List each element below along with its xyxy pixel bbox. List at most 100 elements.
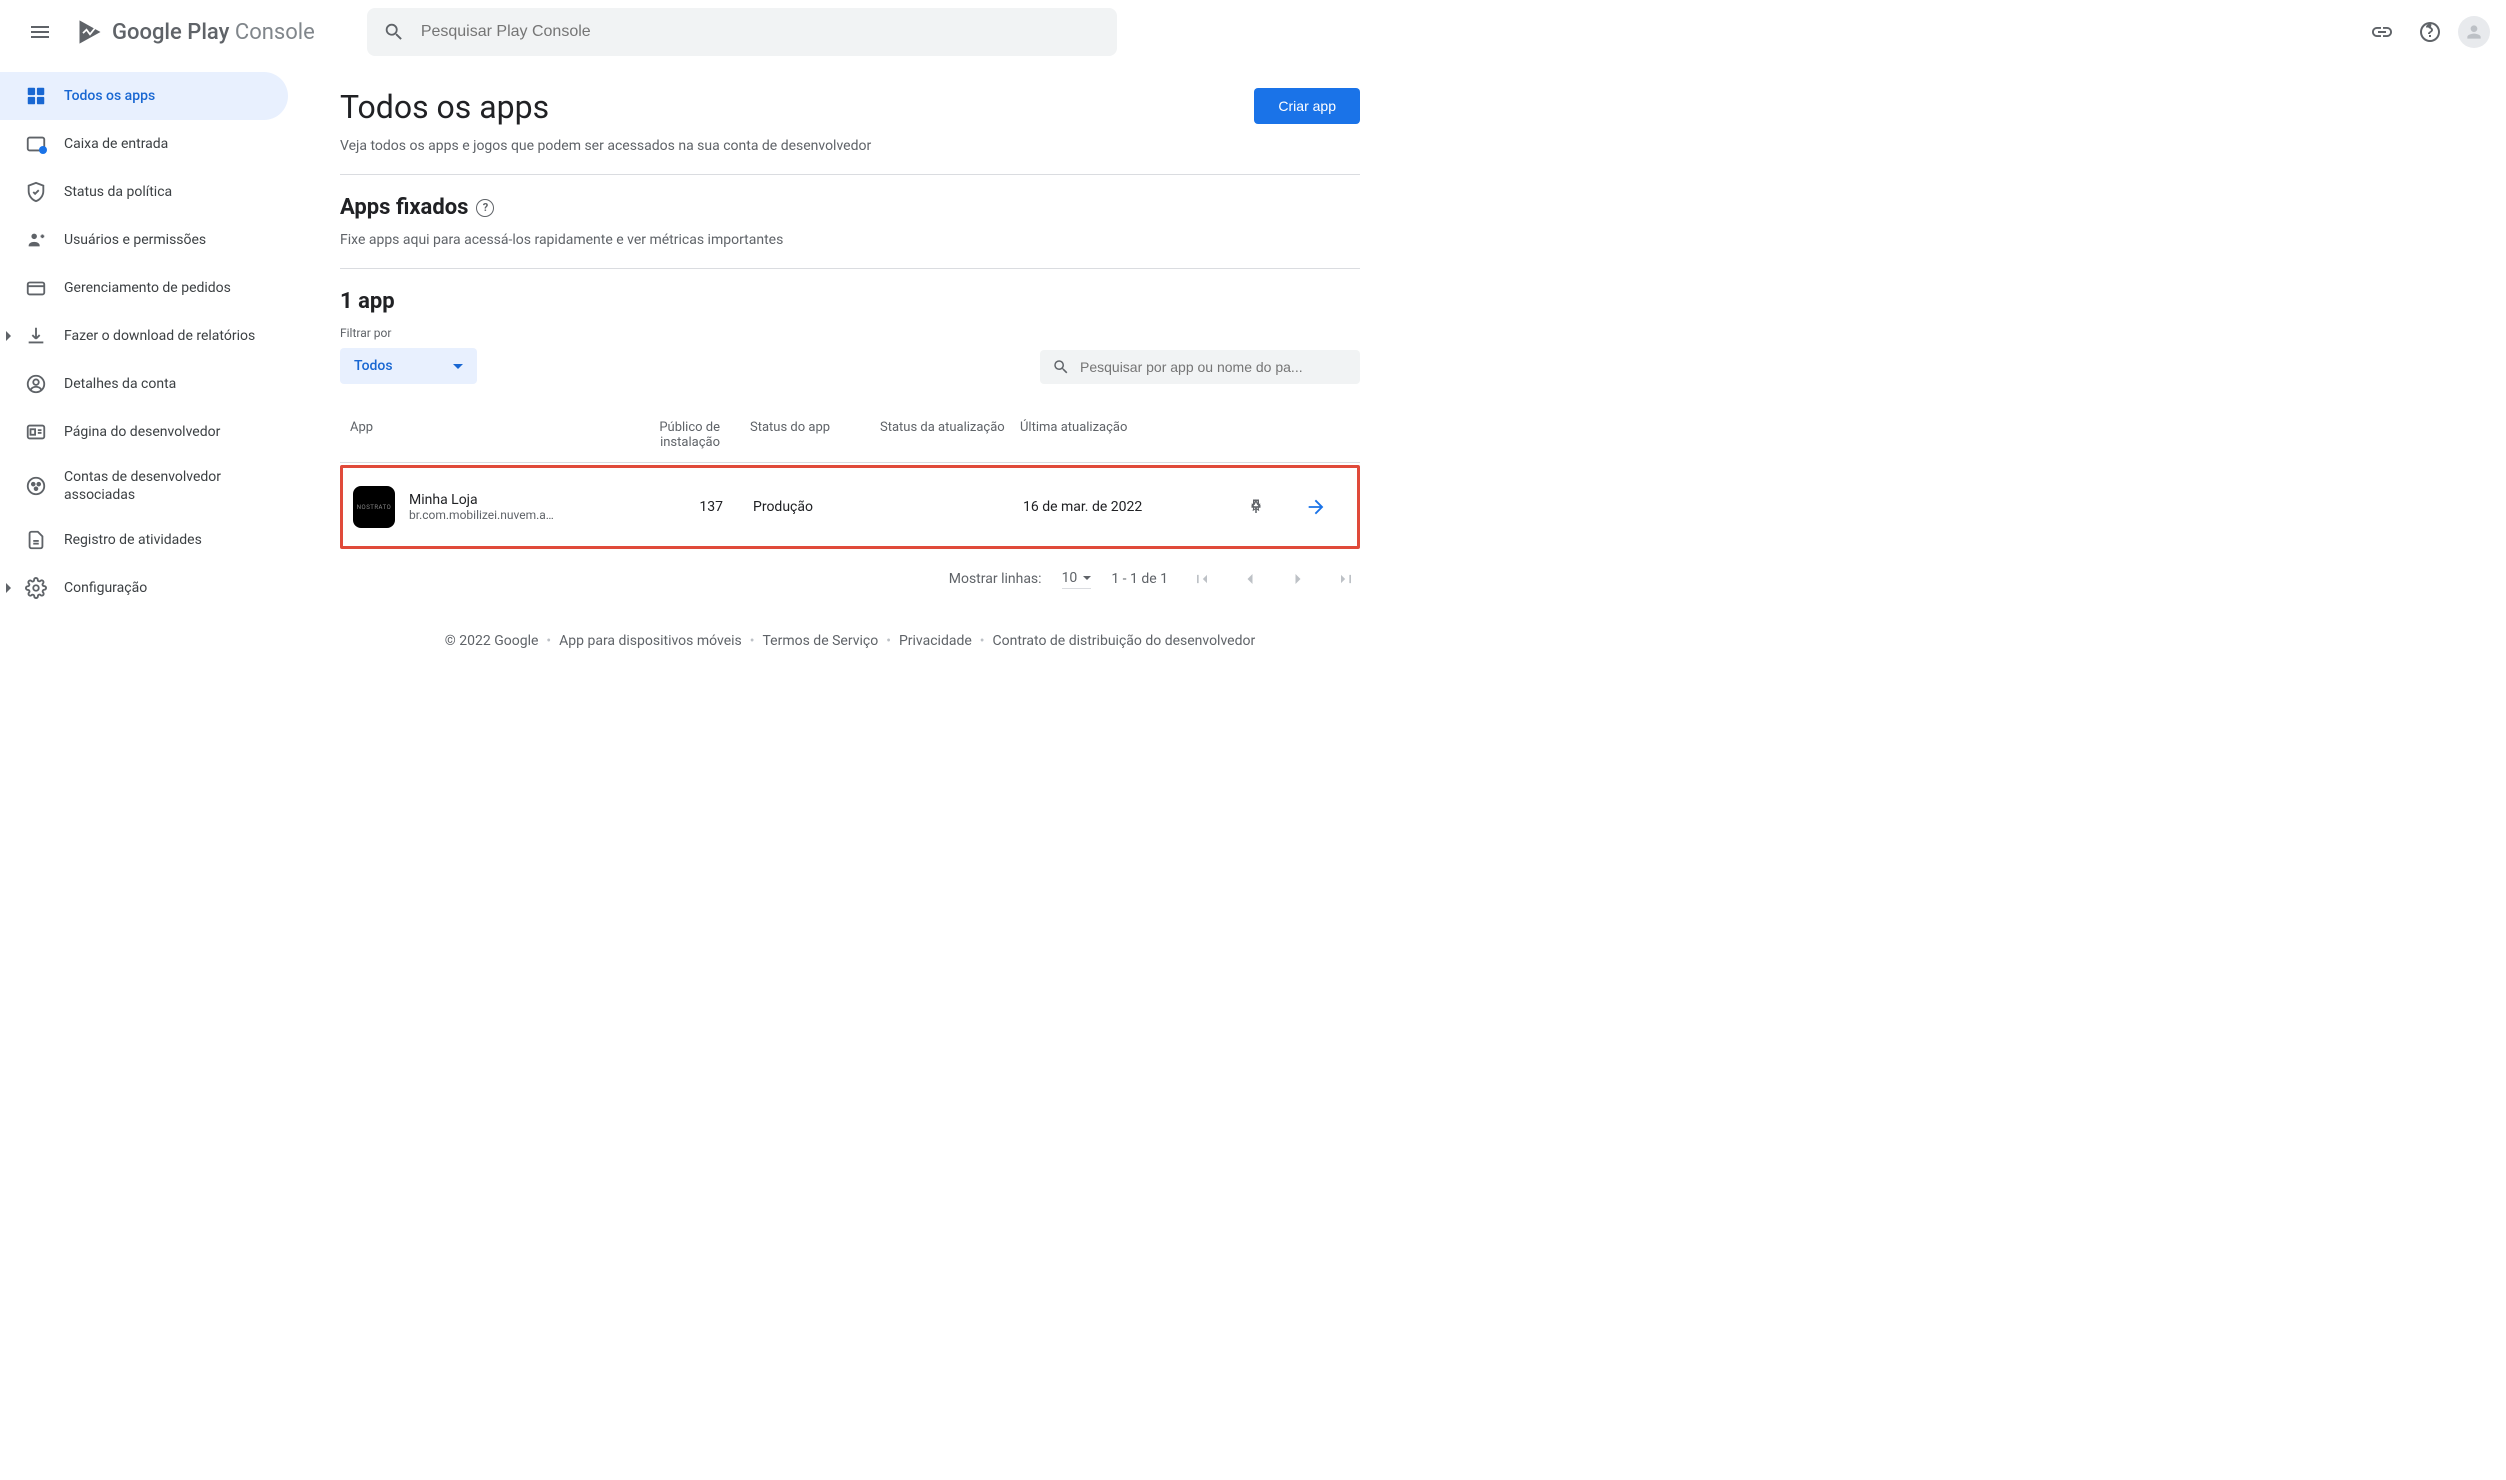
- menu-icon: [28, 20, 52, 44]
- logo[interactable]: Google Play Console: [76, 18, 315, 46]
- col-header-last-update: Última atualização: [1020, 420, 1200, 450]
- sidebar-item-label: Página do desenvolvedor: [64, 423, 220, 441]
- settings-icon: [24, 576, 48, 600]
- play-logo-icon: [76, 18, 104, 46]
- col-header-update-status: Status da atualização: [880, 420, 1020, 450]
- chevron-right-icon: [1288, 569, 1308, 589]
- copyright: © 2022 Google: [445, 633, 539, 649]
- sidebar-item-account-details[interactable]: Detalhes da conta: [0, 360, 288, 408]
- sidebar-item-all-apps[interactable]: Todos os apps: [0, 72, 288, 120]
- sidebar-item-download-reports[interactable]: Fazer o download de relatórios: [0, 312, 288, 360]
- app-name: Minha Loja: [409, 492, 554, 508]
- chevron-left-icon: [1240, 569, 1260, 589]
- arrow-right-icon: [1305, 496, 1327, 518]
- first-page-icon: [1192, 569, 1212, 589]
- sidebar-item-activity-log[interactable]: Registro de atividades: [0, 516, 288, 564]
- global-search-input[interactable]: [421, 23, 1101, 41]
- menu-button[interactable]: [16, 8, 64, 56]
- last-page-button[interactable]: [1332, 565, 1360, 593]
- help-icon[interactable]: ?: [476, 199, 494, 217]
- app-search[interactable]: [1040, 350, 1360, 384]
- table-row[interactable]: NOSTRATO Minha Loja br.com.mobilizei.nuv…: [340, 465, 1360, 549]
- app-installs: 137: [643, 499, 753, 515]
- global-search[interactable]: [367, 8, 1117, 56]
- pagination: Mostrar linhas: 10 1 - 1 de 1: [340, 549, 1360, 609]
- main-content: Todos os apps Veja todos os apps e jogos…: [300, 64, 1400, 673]
- link-button[interactable]: [2362, 12, 2402, 52]
- search-icon: [383, 21, 405, 43]
- download-icon: [24, 324, 48, 348]
- col-header-installs: Público de instalação: [640, 420, 750, 450]
- footer: © 2022 Google • App para dispositivos mó…: [340, 609, 1360, 673]
- create-app-button[interactable]: Criar app: [1254, 88, 1360, 124]
- expand-icon: [6, 583, 11, 593]
- footer-link[interactable]: Contrato de distribuição do desenvolvedo…: [993, 633, 1256, 649]
- header-actions: [2362, 12, 2490, 52]
- sidebar: Todos os apps Caixa de entrada Status da…: [0, 64, 300, 673]
- footer-link[interactable]: Termos de Serviço: [763, 633, 879, 649]
- top-header: Google Play Console: [0, 0, 2506, 64]
- apps-count-title: 1 app: [340, 289, 1360, 314]
- col-header-status: Status do app: [750, 420, 880, 450]
- filter-dropdown[interactable]: Todos: [340, 348, 477, 384]
- app-icon: NOSTRATO: [353, 486, 395, 528]
- account-avatar[interactable]: [2458, 16, 2490, 48]
- expand-icon: [6, 331, 11, 341]
- table-header: App Público de instalação Status do app …: [340, 408, 1360, 463]
- logo-text: Google Play Console: [112, 20, 315, 45]
- sidebar-item-label: Todos os apps: [64, 87, 155, 105]
- pin-button[interactable]: [1247, 498, 1265, 516]
- sidebar-item-label: Contas de desenvolvedor associadas: [64, 468, 272, 504]
- divider: [340, 268, 1360, 269]
- sidebar-item-label: Caixa de entrada: [64, 135, 168, 153]
- rows-per-page-select[interactable]: 10: [1062, 570, 1092, 589]
- apps-icon: [24, 84, 48, 108]
- sidebar-item-label: Status da política: [64, 183, 172, 201]
- app-search-input[interactable]: [1080, 359, 1348, 375]
- col-header-app: App: [340, 420, 640, 450]
- page-subtitle: Veja todos os apps e jogos que podem ser…: [340, 138, 871, 154]
- help-icon: [2418, 20, 2442, 44]
- sidebar-item-settings[interactable]: Configuração: [0, 564, 288, 612]
- first-page-button[interactable]: [1188, 565, 1216, 593]
- sidebar-item-label: Fazer o download de relatórios: [64, 327, 255, 345]
- help-button[interactable]: [2410, 12, 2450, 52]
- footer-link[interactable]: Privacidade: [899, 633, 972, 649]
- account-icon: [24, 372, 48, 396]
- inbox-icon: [24, 132, 48, 156]
- card-icon: [24, 276, 48, 300]
- pin-icon: [1247, 498, 1265, 516]
- pinned-apps-title: Apps fixados ?: [340, 195, 1360, 220]
- sidebar-item-label: Usuários e permissões: [64, 231, 206, 249]
- users-icon: [24, 228, 48, 252]
- open-app-button[interactable]: [1305, 496, 1327, 518]
- sidebar-item-linked-accounts[interactable]: Contas de desenvolvedor associadas: [0, 456, 288, 516]
- prev-page-button[interactable]: [1236, 565, 1264, 593]
- sidebar-item-policy-status[interactable]: Status da política: [0, 168, 288, 216]
- last-page-icon: [1336, 569, 1356, 589]
- divider: [340, 174, 1360, 175]
- link-icon: [2370, 20, 2394, 44]
- search-icon: [1052, 358, 1070, 376]
- sidebar-item-users-permissions[interactable]: Usuários e permissões: [0, 216, 288, 264]
- log-icon: [24, 528, 48, 552]
- person-icon: [2464, 22, 2484, 42]
- app-status: Produção: [753, 499, 883, 515]
- shield-icon: [24, 180, 48, 204]
- app-package: br.com.mobilizei.nuvem.a…: [409, 508, 554, 522]
- pagination-range: 1 - 1 de 1: [1111, 571, 1168, 587]
- dropdown-icon: [1083, 576, 1091, 580]
- sidebar-item-developer-page[interactable]: Página do desenvolvedor: [0, 408, 288, 456]
- rows-label: Mostrar linhas:: [949, 571, 1042, 587]
- sidebar-item-order-management[interactable]: Gerenciamento de pedidos: [0, 264, 288, 312]
- next-page-button[interactable]: [1284, 565, 1312, 593]
- sidebar-item-label: Detalhes da conta: [64, 375, 176, 393]
- filter-value: Todos: [354, 358, 393, 374]
- app-last-update: 16 de mar. de 2022: [1023, 499, 1203, 515]
- linked-icon: [24, 474, 48, 498]
- footer-link[interactable]: App para dispositivos móveis: [559, 633, 742, 649]
- sidebar-item-label: Gerenciamento de pedidos: [64, 279, 231, 297]
- filter-label: Filtrar por: [340, 326, 477, 340]
- sidebar-item-label: Configuração: [64, 579, 147, 597]
- sidebar-item-inbox[interactable]: Caixa de entrada: [0, 120, 288, 168]
